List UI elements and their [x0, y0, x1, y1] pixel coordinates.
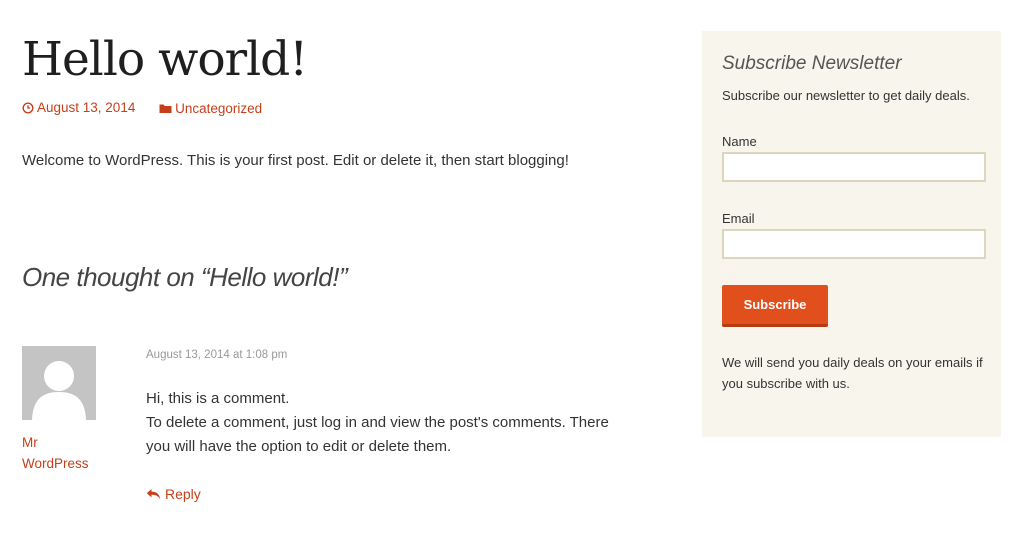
comment-line-1: Hi, this is a comment.: [146, 390, 290, 407]
name-field[interactable]: [722, 152, 986, 182]
reply-arrow-icon: [146, 489, 161, 499]
email-label: Email: [722, 211, 755, 226]
post-meta: August 13, 2014 Uncategorized: [22, 100, 282, 117]
name-label: Name: [722, 134, 757, 149]
comment: Mr WordPress August 13, 2014 at 1:08 pm …: [22, 346, 662, 526]
post-title: Hello world!: [22, 32, 308, 87]
post-date-link[interactable]: August 13, 2014: [22, 100, 135, 115]
comments-title: One thought on “Hello world!”: [22, 262, 348, 292]
comment-author-link[interactable]: Mr WordPress: [22, 432, 89, 474]
comment-author-line-2: WordPress: [22, 456, 89, 471]
folder-icon: [159, 104, 172, 113]
comment-line-2: To delete a comment, just log in and vie…: [146, 414, 609, 455]
subscribe-button[interactable]: Subscribe: [722, 285, 828, 327]
user-avatar-icon: [22, 346, 96, 420]
comment-body: Hi, this is a comment. To delete a comme…: [146, 387, 626, 459]
post-content: Welcome to WordPress. This is your first…: [22, 152, 569, 169]
reply-label: Reply: [165, 486, 201, 502]
post-date: August 13, 2014: [37, 100, 136, 115]
widget-title: Subscribe Newsletter: [722, 53, 902, 74]
widget-description: Subscribe our newsletter to get daily de…: [722, 88, 970, 103]
comment-author-line-1: Mr: [22, 435, 38, 450]
post-category-link[interactable]: Uncategorized: [159, 101, 262, 116]
widget-footer-text: We will send you daily deals on your ema…: [722, 355, 983, 391]
reply-link[interactable]: Reply: [146, 486, 201, 502]
newsletter-widget: Subscribe Newsletter Subscribe our newsl…: [702, 31, 1001, 437]
avatar: [22, 346, 96, 420]
comment-date-link[interactable]: August 13, 2014 at 1:08 pm: [146, 349, 287, 361]
post-category: Uncategorized: [175, 100, 263, 116]
clock-icon: [22, 101, 34, 114]
email-field[interactable]: [722, 229, 986, 259]
